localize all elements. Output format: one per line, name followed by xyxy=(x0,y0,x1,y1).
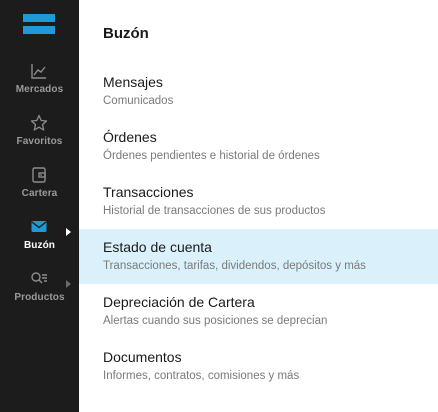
chevron-right-icon xyxy=(66,280,71,288)
logo[interactable] xyxy=(23,14,55,34)
search-list-icon xyxy=(30,270,48,288)
sidebar-item-label: Favoritos xyxy=(16,136,63,147)
chart-line-icon xyxy=(30,62,48,80)
menu-item-subtitle: Órdenes pendientes e historial de órdene… xyxy=(103,150,320,162)
menu-item-title: Órdenes xyxy=(103,129,157,145)
menu-item-estado-de-cuenta[interactable]: Estado de cuenta Transacciones, tarifas,… xyxy=(79,229,438,284)
main-panel: Buzón Mensajes Comunicados Órdenes Órden… xyxy=(79,0,438,412)
sidebar-item-label: Buzón xyxy=(23,240,56,251)
menu-item-ordenes[interactable]: Órdenes Órdenes pendientes e historial d… xyxy=(79,119,438,174)
menu-item-title: Depreciación de Cartera xyxy=(103,294,255,310)
chevron-right-icon xyxy=(66,228,71,236)
sidebar-item-label: Mercados xyxy=(15,84,64,95)
sidebar-item-favoritos[interactable]: Favoritos xyxy=(0,114,79,166)
menu-item-mensajes[interactable]: Mensajes Comunicados xyxy=(79,64,438,119)
logo-bar-bottom xyxy=(23,26,55,34)
menu-item-title: Transacciones xyxy=(103,184,194,200)
menu-item-subtitle: Transacciones, tarifas, dividendos, depó… xyxy=(103,260,366,272)
page-title: Buzón xyxy=(103,25,149,42)
menu-item-title: Estado de cuenta xyxy=(103,239,212,255)
menu-item-subtitle: Comunicados xyxy=(103,95,174,107)
sidebar-item-buzon[interactable]: Buzón xyxy=(0,218,79,270)
menu-item-subtitle: Historial de transacciones de sus produc… xyxy=(103,205,326,217)
menu-item-depreciacion-de-cartera[interactable]: Depreciación de Cartera Alertas cuando s… xyxy=(79,284,438,339)
mail-icon xyxy=(30,218,48,236)
wallet-icon xyxy=(30,166,48,184)
menu-item-subtitle: Informes, contratos, comisiones y más xyxy=(103,370,300,382)
sidebar-item-mercados[interactable]: Mercados xyxy=(0,62,79,114)
sidebar-item-cartera[interactable]: Cartera xyxy=(0,166,79,218)
menu-item-subtitle: Alertas cuando sus posiciones se depreci… xyxy=(103,315,328,327)
sidebar-item-productos[interactable]: Productos xyxy=(0,270,79,322)
logo-bar-top xyxy=(23,14,55,22)
sidebar: Mercados Favoritos Cartera Buzón Product… xyxy=(0,0,79,412)
sidebar-item-label: Cartera xyxy=(21,188,58,199)
menu-item-transacciones[interactable]: Transacciones Historial de transacciones… xyxy=(79,174,438,229)
star-icon xyxy=(30,114,48,132)
menu-item-documentos[interactable]: Documentos Informes, contratos, comision… xyxy=(79,339,438,394)
menu-item-title: Mensajes xyxy=(103,74,163,90)
app-window: Mercados Favoritos Cartera Buzón Product… xyxy=(0,0,438,412)
menu-item-title: Documentos xyxy=(103,349,182,365)
sidebar-item-label: Productos xyxy=(14,292,65,303)
